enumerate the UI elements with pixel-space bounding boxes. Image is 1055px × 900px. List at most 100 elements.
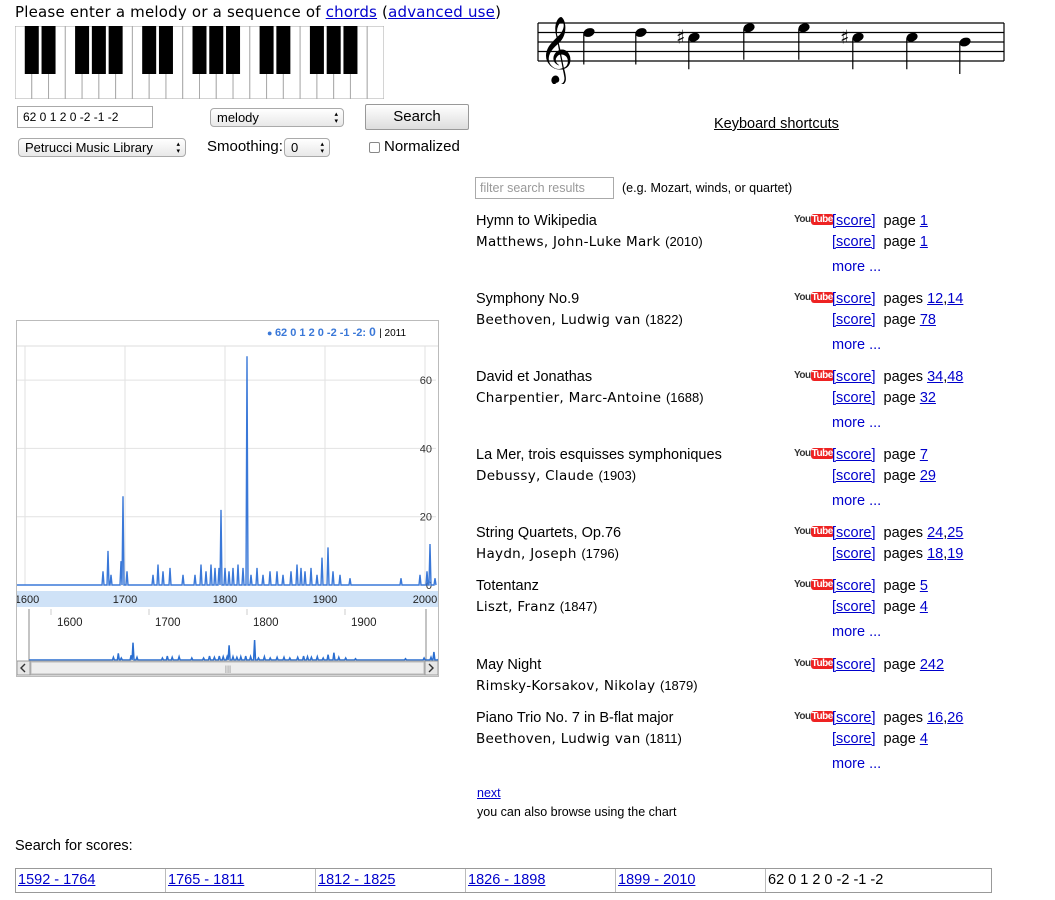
black-key[interactable]: [309, 26, 324, 74]
mode-select[interactable]: melody: [210, 108, 344, 127]
composer-year: (2010): [665, 234, 703, 249]
scroll-left-button[interactable]: [16, 660, 31, 676]
score-range-link[interactable]: 1899 - 2010: [618, 872, 695, 888]
navigator-tick-label: 1800: [253, 617, 279, 629]
score-link[interactable]: [score]: [832, 390, 876, 406]
black-key[interactable]: [158, 26, 173, 74]
page-link[interactable]: 25: [947, 525, 963, 541]
youtube-icon[interactable]: YouTube: [794, 291, 834, 305]
page-link[interactable]: 48: [947, 369, 963, 385]
page-link[interactable]: 19: [947, 546, 963, 562]
page-link[interactable]: 24: [927, 525, 943, 541]
score-range-link[interactable]: 1826 - 1898: [468, 872, 545, 888]
youtube-icon[interactable]: YouTube: [794, 578, 834, 592]
page-link[interactable]: 26: [947, 710, 963, 726]
page-link[interactable]: 18: [927, 546, 943, 562]
black-key[interactable]: [276, 26, 291, 74]
next-link[interactable]: next: [477, 786, 501, 800]
black-key[interactable]: [192, 26, 207, 74]
filter-results-input[interactable]: filter search results: [475, 177, 614, 199]
page-link[interactable]: 34: [927, 369, 943, 385]
youtube-icon[interactable]: YouTube: [794, 369, 834, 383]
search-button[interactable]: Search: [365, 104, 469, 130]
youtube-icon[interactable]: YouTube: [794, 525, 834, 539]
score-link[interactable]: [score]: [832, 291, 876, 307]
youtube-icon[interactable]: YouTube: [794, 447, 834, 461]
page-link[interactable]: 12: [927, 291, 943, 307]
score-line: [score] page 1: [832, 213, 928, 229]
library-select[interactable]: Petrucci Music Library: [18, 138, 186, 157]
score-range-link[interactable]: 1812 - 1825: [318, 872, 395, 888]
advanced-use-link[interactable]: advanced use: [388, 3, 495, 21]
score-link[interactable]: [score]: [832, 468, 876, 484]
black-key[interactable]: [209, 26, 224, 74]
score-link[interactable]: [score]: [832, 578, 876, 594]
black-key[interactable]: [259, 26, 274, 74]
melody-note: [798, 23, 810, 60]
page-link[interactable]: 16: [927, 710, 943, 726]
score-link[interactable]: [score]: [832, 710, 876, 726]
score-link[interactable]: [score]: [832, 546, 876, 562]
page-link[interactable]: 4: [920, 731, 928, 747]
more-link[interactable]: more ...: [832, 756, 881, 772]
black-key[interactable]: [41, 26, 56, 74]
more-link[interactable]: more ...: [832, 493, 881, 509]
chart-canvas[interactable]: ● 62 0 1 2 0 -2 -1 -2: 0 | 20110 20 40 60 16…: [15, 321, 468, 676]
page-link[interactable]: 14: [947, 291, 963, 307]
page-link[interactable]: 1: [920, 213, 928, 229]
black-key[interactable]: [91, 26, 106, 74]
score-link[interactable]: [score]: [832, 312, 876, 328]
score-link[interactable]: [score]: [832, 213, 876, 229]
youtube-icon[interactable]: YouTube: [794, 710, 834, 724]
page-link[interactable]: 7: [920, 447, 928, 463]
score-range-link[interactable]: 1592 - 1764: [18, 872, 95, 888]
youtube-icon[interactable]: YouTube: [794, 213, 834, 227]
white-key[interactable]: [366, 26, 384, 99]
page-link[interactable]: 78: [920, 312, 936, 328]
legend-value: 0: [369, 325, 379, 339]
scroll-right-button[interactable]: [424, 660, 439, 676]
more-link[interactable]: more ...: [832, 415, 881, 431]
score-line: [score] pages 16,26: [832, 710, 964, 726]
melody-query-input[interactable]: 62 0 1 2 0 -2 -1 -2: [17, 106, 153, 128]
score-link[interactable]: [score]: [832, 525, 876, 541]
page-link[interactable]: 5: [920, 578, 928, 594]
score-link[interactable]: [score]: [832, 657, 876, 673]
black-key[interactable]: [75, 26, 90, 74]
score-link[interactable]: [score]: [832, 369, 876, 385]
score-range-link[interactable]: 1765 - 1811: [168, 872, 244, 888]
youtube-you: You: [794, 370, 811, 381]
chords-link[interactable]: chords: [326, 3, 377, 21]
series-line[interactable]: [17, 356, 437, 586]
black-key[interactable]: [24, 26, 39, 74]
score-link[interactable]: [score]: [832, 599, 876, 615]
youtube-you: You: [794, 214, 811, 225]
page-link[interactable]: 29: [920, 468, 936, 484]
black-key[interactable]: [226, 26, 241, 74]
x-tick-label: 1800: [213, 594, 237, 606]
black-key[interactable]: [326, 26, 341, 74]
piano-keyboard[interactable]: [15, 26, 384, 99]
normalized-checkbox[interactable]: [369, 142, 380, 153]
youtube-tube: Tube: [810, 214, 834, 225]
youtube-tube: Tube: [810, 526, 834, 537]
page-link[interactable]: 1: [920, 234, 928, 250]
smoothing-select[interactable]: 0: [284, 138, 330, 157]
youtube-icon[interactable]: YouTube: [794, 657, 834, 671]
more-link[interactable]: more ...: [832, 259, 881, 275]
more-link[interactable]: more ...: [832, 624, 881, 640]
page-link[interactable]: 242: [920, 657, 944, 673]
score-range-table: 1592 - 1764 1765 - 1811 1812 - 1825 1826 - …: [15, 868, 992, 893]
score-link[interactable]: [score]: [832, 731, 876, 747]
black-key[interactable]: [108, 26, 123, 74]
year-distribution-chart[interactable]: ● 62 0 1 2 0 -2 -1 -2: 0 | 2011 0 20 40 60 16…: [15, 320, 468, 677]
score-link[interactable]: [score]: [832, 447, 876, 463]
page-link[interactable]: 32: [920, 390, 936, 406]
black-key[interactable]: [142, 26, 157, 74]
black-key[interactable]: [343, 26, 358, 74]
keyboard-shortcuts-link[interactable]: Keyboard shortcuts: [714, 116, 839, 132]
score-link[interactable]: [score]: [832, 234, 876, 250]
more-link[interactable]: more ...: [832, 337, 881, 353]
page-link[interactable]: 4: [920, 599, 928, 615]
score-line: [score] pages 34,48: [832, 369, 964, 385]
